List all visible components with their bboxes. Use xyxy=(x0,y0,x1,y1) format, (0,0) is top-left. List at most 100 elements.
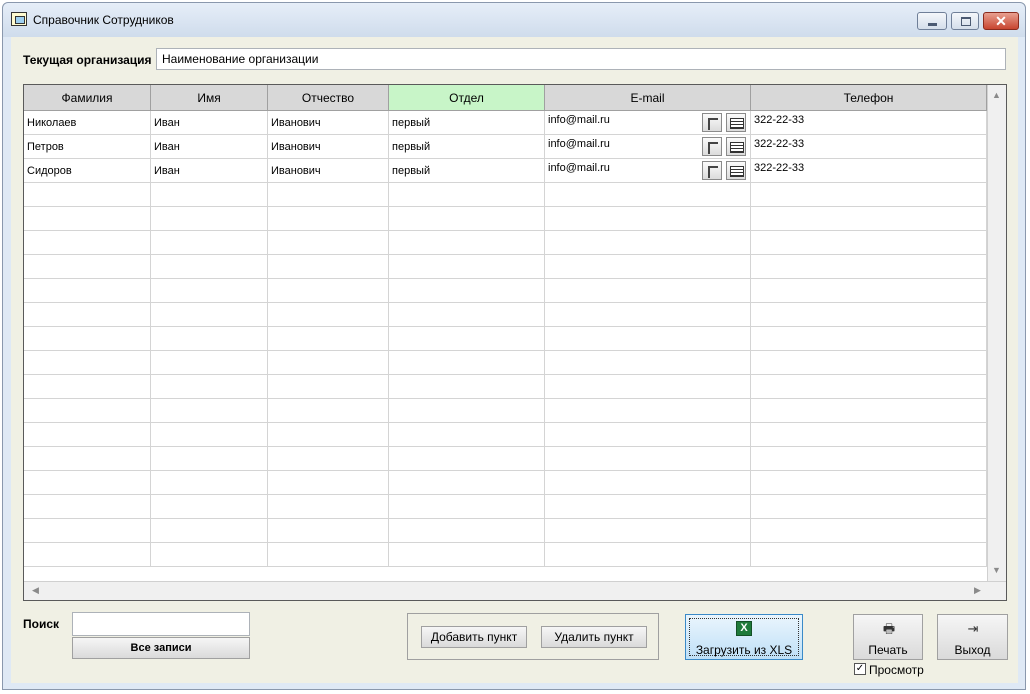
scroll-right-icon[interactable]: ▶ xyxy=(969,582,986,599)
cell-surname[interactable] xyxy=(24,183,151,207)
close-button[interactable]: ✕ xyxy=(983,12,1019,30)
cell-phone[interactable] xyxy=(751,375,987,399)
title-bar[interactable]: Справочник Сотрудников ✕ xyxy=(3,3,1025,37)
cell-surname[interactable] xyxy=(24,327,151,351)
cell-surname[interactable] xyxy=(24,423,151,447)
table-row[interactable] xyxy=(24,327,987,351)
cell-name[interactable] xyxy=(151,351,268,375)
cell-phone[interactable]: 322-22-33 xyxy=(751,159,987,183)
cell-department[interactable] xyxy=(389,255,545,279)
table-icon[interactable] xyxy=(726,113,746,132)
cell-patronymic[interactable] xyxy=(268,231,389,255)
cell-name[interactable] xyxy=(151,183,268,207)
cell-surname[interactable] xyxy=(24,447,151,471)
cell-phone[interactable] xyxy=(751,231,987,255)
cell-department[interactable] xyxy=(389,183,545,207)
search-input[interactable] xyxy=(72,612,250,636)
cell-patronymic[interactable] xyxy=(268,255,389,279)
cell-name[interactable] xyxy=(151,519,268,543)
cell-name[interactable] xyxy=(151,423,268,447)
column-header-patronymic[interactable]: Отчество xyxy=(268,85,389,111)
load-xls-button[interactable]: X Загрузить из XLS xyxy=(685,614,803,660)
cell-email[interactable]: info@mail.ru xyxy=(545,135,751,159)
table-row[interactable] xyxy=(24,375,987,399)
cell-surname[interactable] xyxy=(24,303,151,327)
organization-field[interactable]: Наименование организации xyxy=(156,48,1006,70)
scroll-left-icon[interactable]: ◀ xyxy=(27,582,44,599)
table-row[interactable]: Николаев Иван Иванович первый info@mail.ru 32… xyxy=(24,111,987,135)
cell-phone[interactable] xyxy=(751,447,987,471)
cell-patronymic[interactable]: Иванович xyxy=(268,159,389,183)
cell-phone[interactable] xyxy=(751,303,987,327)
cell-surname[interactable] xyxy=(24,207,151,231)
cell-email[interactable] xyxy=(545,399,751,423)
cell-patronymic[interactable]: Иванович xyxy=(268,135,389,159)
cell-email[interactable] xyxy=(545,471,751,495)
cell-patronymic[interactable] xyxy=(268,543,389,567)
cell-patronymic[interactable] xyxy=(268,279,389,303)
exit-button[interactable]: ⇥ Выход xyxy=(937,614,1008,660)
cell-patronymic[interactable] xyxy=(268,183,389,207)
cell-surname[interactable] xyxy=(24,495,151,519)
cell-patronymic[interactable] xyxy=(268,519,389,543)
scroll-up-icon[interactable]: ▲ xyxy=(988,87,1005,104)
table-row[interactable] xyxy=(24,519,987,543)
cell-phone[interactable]: 322-22-33 xyxy=(751,111,987,135)
cell-surname[interactable]: Сидоров xyxy=(24,159,151,183)
table-row[interactable] xyxy=(24,399,987,423)
cell-phone[interactable] xyxy=(751,519,987,543)
cell-department[interactable]: первый xyxy=(389,159,545,183)
cell-department[interactable] xyxy=(389,279,545,303)
cell-surname[interactable] xyxy=(24,519,151,543)
cell-name[interactable]: Иван xyxy=(151,135,268,159)
cell-surname[interactable] xyxy=(24,279,151,303)
cell-patronymic[interactable] xyxy=(268,375,389,399)
cell-email[interactable] xyxy=(545,303,751,327)
cell-name[interactable]: Иван xyxy=(151,111,268,135)
cell-patronymic[interactable] xyxy=(268,471,389,495)
cell-email[interactable] xyxy=(545,495,751,519)
mail-open-icon[interactable] xyxy=(702,137,722,156)
cell-surname[interactable] xyxy=(24,255,151,279)
cell-department[interactable] xyxy=(389,351,545,375)
table-row[interactable] xyxy=(24,447,987,471)
cell-department[interactable] xyxy=(389,519,545,543)
cell-surname[interactable] xyxy=(24,471,151,495)
cell-phone[interactable] xyxy=(751,207,987,231)
cell-email[interactable] xyxy=(545,351,751,375)
add-item-button[interactable]: Добавить пункт xyxy=(421,626,527,648)
cell-phone[interactable] xyxy=(751,423,987,447)
cell-phone[interactable] xyxy=(751,399,987,423)
cell-email[interactable]: info@mail.ru xyxy=(545,111,751,135)
cell-phone[interactable] xyxy=(751,471,987,495)
cell-email[interactable] xyxy=(545,519,751,543)
cell-name[interactable]: Иван xyxy=(151,159,268,183)
cell-patronymic[interactable] xyxy=(268,447,389,471)
cell-phone[interactable] xyxy=(751,543,987,567)
cell-department[interactable] xyxy=(389,303,545,327)
minimize-button[interactable] xyxy=(917,12,947,30)
cell-phone[interactable] xyxy=(751,279,987,303)
cell-name[interactable] xyxy=(151,495,268,519)
table-icon[interactable] xyxy=(726,137,746,156)
cell-name[interactable] xyxy=(151,231,268,255)
table-row[interactable] xyxy=(24,303,987,327)
column-header-department[interactable]: Отдел xyxy=(389,85,545,111)
column-header-name[interactable]: Имя xyxy=(151,85,268,111)
cell-department[interactable] xyxy=(389,231,545,255)
cell-email[interactable] xyxy=(545,327,751,351)
cell-email[interactable] xyxy=(545,207,751,231)
cell-name[interactable] xyxy=(151,399,268,423)
cell-department[interactable] xyxy=(389,375,545,399)
table-row[interactable] xyxy=(24,495,987,519)
table-row[interactable] xyxy=(24,279,987,303)
cell-surname[interactable] xyxy=(24,375,151,399)
maximize-button[interactable] xyxy=(951,12,979,30)
cell-surname[interactable] xyxy=(24,351,151,375)
table-row[interactable] xyxy=(24,255,987,279)
table-row[interactable] xyxy=(24,471,987,495)
cell-email[interactable] xyxy=(545,375,751,399)
table-row[interactable] xyxy=(24,183,987,207)
table-row[interactable] xyxy=(24,231,987,255)
cell-email[interactable] xyxy=(545,231,751,255)
